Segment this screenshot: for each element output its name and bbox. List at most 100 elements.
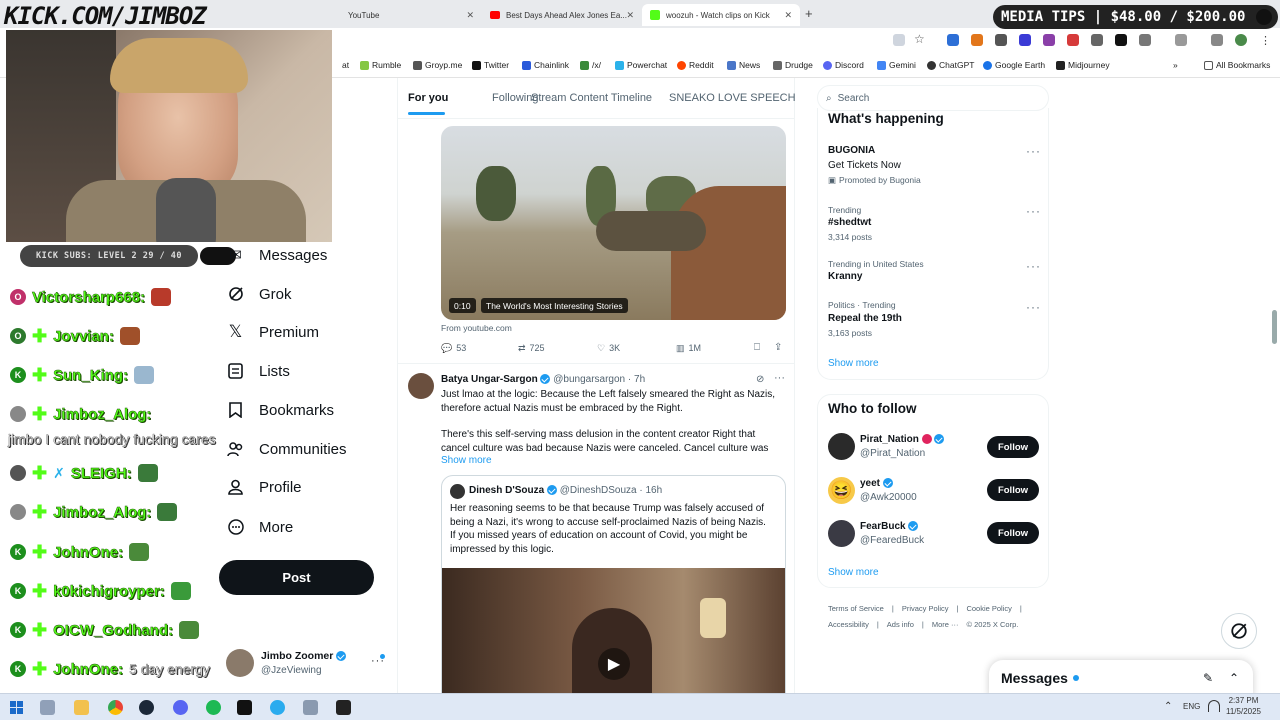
avatar[interactable]: [1235, 34, 1247, 46]
views-action[interactable]: ▥ 1M: [676, 343, 701, 354]
extension-icon[interactable]: [1067, 34, 1079, 46]
more-icon[interactable]: ···: [1026, 204, 1041, 218]
trend-title[interactable]: BUGONIA: [828, 145, 875, 156]
follow-button[interactable]: Follow: [987, 479, 1039, 501]
app-icon[interactable]: [237, 700, 252, 715]
author-name[interactable]: Batya Ungar-Sargon: [441, 374, 538, 385]
video-thumbnail[interactable]: ▶: [442, 568, 785, 704]
quote-tweet[interactable]: Dinesh D'Souza @DineshDSouza · 16h Her r…: [441, 475, 786, 705]
avatar[interactable]: [408, 373, 434, 399]
bookmark-item[interactable]: /x/: [580, 60, 601, 70]
bookmark-item[interactable]: Powerchat: [615, 60, 667, 70]
avatar[interactable]: [226, 649, 254, 677]
tab-for-you[interactable]: For you: [408, 92, 448, 104]
suggested-user-name[interactable]: FearBuck: [860, 521, 919, 532]
start-icon[interactable]: [10, 701, 23, 714]
nav-messages[interactable]: ✉ Messages: [227, 240, 327, 270]
sidebar-icon[interactable]: [1175, 34, 1187, 46]
bookmark-item[interactable]: Discord: [823, 60, 864, 70]
follow-button[interactable]: Follow: [987, 436, 1039, 458]
footer-link[interactable]: Privacy Policy: [902, 604, 949, 613]
task-view-icon[interactable]: [40, 700, 55, 715]
tab-sneako-love-speech[interactable]: SNEAKO LOVE SPEECH: [669, 92, 796, 104]
spotify-icon[interactable]: [206, 700, 221, 715]
footer-link[interactable]: Ads info: [887, 620, 914, 629]
follow-button[interactable]: Follow: [987, 522, 1039, 544]
nav-grok[interactable]: Grok: [227, 279, 292, 309]
clock[interactable]: 2:37 PM 11/5/2025: [1226, 695, 1261, 717]
trend-title[interactable]: Repeal the 19th: [828, 313, 902, 324]
new-tab-button[interactable]: +: [805, 6, 813, 21]
link-source[interactable]: From youtube.com: [441, 323, 512, 333]
bookmark-item[interactable]: Drudge: [773, 60, 813, 70]
author-handle[interactable]: @bungarsargon: [553, 374, 625, 385]
discord-icon[interactable]: [173, 700, 188, 715]
show-more-link[interactable]: Show more: [441, 455, 492, 466]
avatar[interactable]: 😆: [828, 477, 855, 504]
shield-icon[interactable]: [995, 34, 1007, 46]
footer-link[interactable]: Terms of Service: [828, 604, 884, 613]
close-icon[interactable]: ✕: [466, 10, 474, 21]
account-name[interactable]: Jimbo Zoomer: [261, 650, 347, 662]
bookmark-item[interactable]: ChatGPT: [927, 60, 974, 70]
more-icon[interactable]: ···: [774, 372, 785, 384]
trend-title[interactable]: #shedtwt: [828, 217, 871, 228]
bookmark-item[interactable]: Midjourney: [1056, 60, 1110, 70]
nav-lists[interactable]: Lists: [227, 356, 290, 386]
footer-link[interactable]: More ···: [932, 620, 959, 629]
extension-icon[interactable]: [947, 34, 959, 46]
repost-action[interactable]: ⇄ 725: [518, 343, 545, 354]
bookmark-item[interactable]: Gemini: [877, 60, 916, 70]
file-explorer-icon[interactable]: [74, 700, 89, 715]
bookmark-item[interactable]: Chainlink: [522, 60, 569, 70]
browser-tab-kick[interactable]: woozuh - Watch clips on Kick ✕: [642, 4, 800, 26]
extension-icon[interactable]: [1019, 34, 1031, 46]
extension-icon[interactable]: [1043, 34, 1055, 46]
app-icon[interactable]: [336, 700, 351, 715]
more-icon[interactable]: ···: [1026, 144, 1041, 158]
footer-link[interactable]: Cookie Policy: [966, 604, 1011, 613]
show-more-link[interactable]: Show more: [828, 567, 879, 578]
post-time[interactable]: · 7h: [628, 374, 645, 385]
more-icon[interactable]: ···: [1026, 259, 1041, 273]
avatar[interactable]: [828, 433, 855, 460]
show-more-link[interactable]: Show more: [828, 358, 879, 369]
install-icon[interactable]: [893, 34, 905, 46]
menu-icon[interactable]: ⋮: [1260, 34, 1271, 47]
wifi-icon[interactable]: [1208, 700, 1220, 712]
chevron-right-icon[interactable]: »: [1173, 60, 1178, 70]
reply-action[interactable]: 💬 53: [441, 343, 466, 354]
bookmark-item[interactable]: Google Earth: [983, 60, 1045, 70]
scrollbar-thumb[interactable]: [1272, 310, 1277, 344]
app-icon[interactable]: [303, 700, 318, 715]
puzzle-icon[interactable]: [1139, 34, 1151, 46]
bookmark-item[interactable]: Reddit: [677, 60, 714, 70]
compose-message-icon[interactable]: ✎: [1203, 671, 1213, 685]
video-card[interactable]: 0:10 The World's Most Interesting Storie…: [441, 126, 786, 320]
telegram-icon[interactable]: [270, 700, 285, 715]
chrome-icon[interactable]: [108, 700, 123, 715]
suggested-user-name[interactable]: yeet: [860, 478, 893, 489]
tab-stream-content-timeline[interactable]: Stream Content Timeline: [531, 92, 652, 104]
close-icon[interactable]: ✕: [784, 10, 792, 21]
grok-button[interactable]: [1221, 613, 1257, 649]
browser-tab-youtube[interactable]: YouTube ✕: [340, 4, 482, 26]
nav-premium[interactable]: 𝕏 Premium: [227, 317, 319, 347]
browser-tab-alex-jones[interactable]: Best Days Ahead Alex Jones Ea... ✕: [482, 4, 642, 26]
share-icon[interactable]: ⇪: [774, 342, 782, 353]
post-button[interactable]: Post: [219, 560, 374, 595]
language-indicator[interactable]: ENG: [1183, 702, 1200, 711]
play-icon[interactable]: ▶: [598, 648, 630, 680]
nav-profile[interactable]: Profile: [227, 472, 302, 502]
nav-more[interactable]: More: [227, 512, 293, 542]
bookmark-item[interactable]: Rumble: [360, 60, 401, 70]
x-extension-icon[interactable]: [1115, 34, 1127, 46]
nav-communities[interactable]: Communities: [227, 434, 347, 464]
nav-bookmarks[interactable]: Bookmarks: [227, 395, 334, 425]
chevron-up-icon[interactable]: ⌃: [1164, 701, 1172, 712]
bookmark-item[interactable]: News: [727, 60, 760, 70]
bookmark-icon[interactable]: ⎕: [754, 342, 760, 353]
more-icon[interactable]: ···: [1026, 300, 1041, 314]
chevron-up-icon[interactable]: ⌃: [1229, 671, 1239, 685]
messages-drawer[interactable]: Messages ✎ ⌃: [989, 660, 1253, 696]
